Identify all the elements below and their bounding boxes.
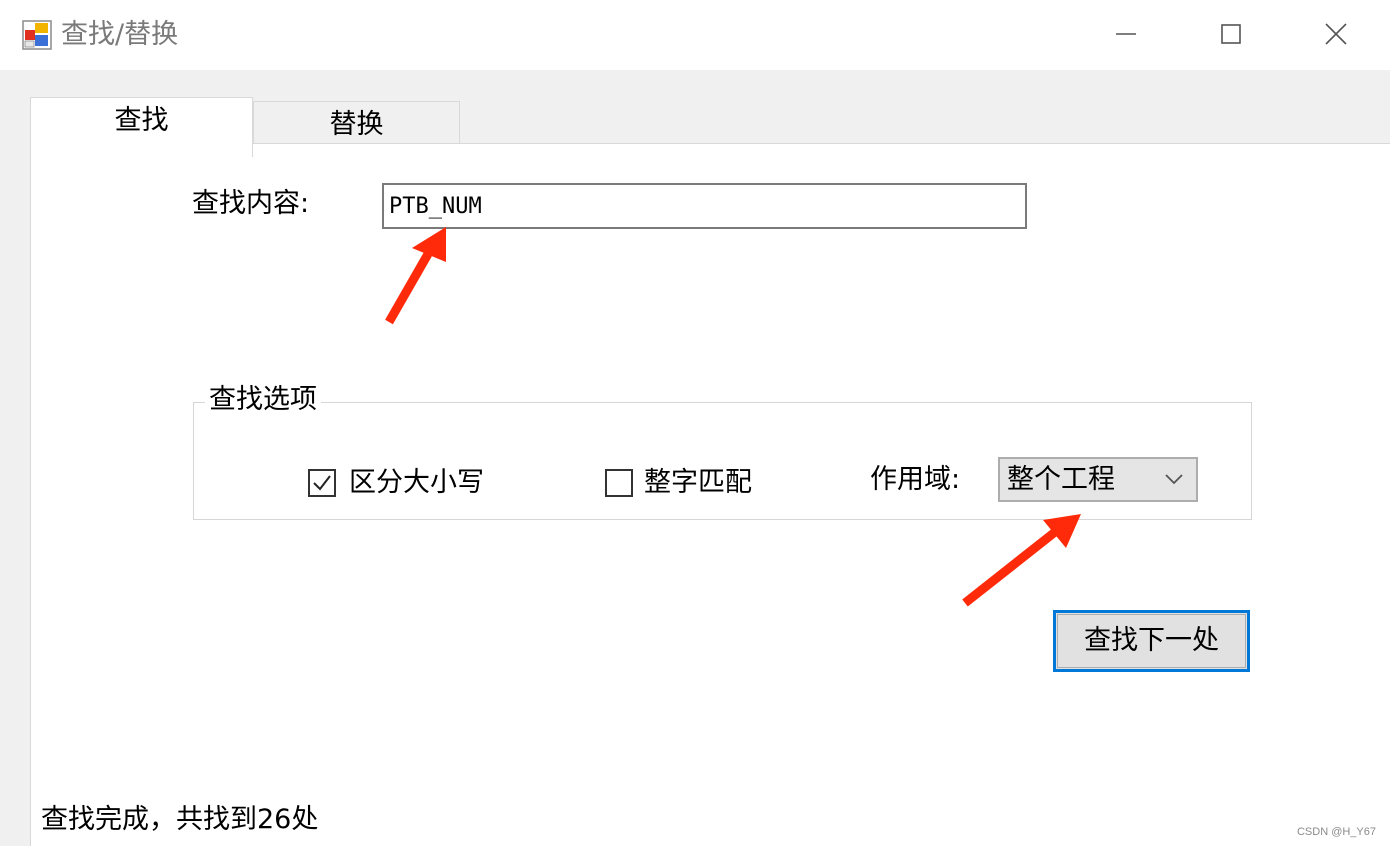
find-next-label: 查找下一处: [1057, 614, 1246, 668]
app-icon: [22, 20, 52, 50]
find-options-title: 查找选项: [205, 382, 321, 418]
window-title: 查找/替换: [61, 19, 179, 50]
find-next-button[interactable]: 查找下一处: [1053, 610, 1250, 672]
minimize-icon: [1116, 33, 1136, 35]
minimize-button[interactable]: [1096, 12, 1156, 58]
find-content-input[interactable]: [382, 183, 1027, 229]
scope-select[interactable]: 整个工程: [998, 457, 1198, 502]
close-icon: [1325, 23, 1347, 45]
status-text: 查找完成，共找到26处: [41, 804, 319, 835]
chevron-down-icon: [1165, 474, 1183, 485]
watermark: CSDN @H_Y67: [1296, 826, 1376, 838]
whole-word-checkbox[interactable]: [605, 469, 633, 497]
scope-label: 作用域:: [870, 464, 961, 495]
match-case-checkbox[interactable]: [308, 469, 336, 497]
close-button[interactable]: [1306, 12, 1366, 58]
maximize-button[interactable]: [1201, 12, 1261, 58]
maximize-icon: [1221, 24, 1241, 44]
match-case-label: 区分大小写: [349, 467, 484, 498]
title-bar: 查找/替换: [0, 0, 1390, 70]
find-content-label: 查找内容:: [192, 188, 310, 219]
tab-find[interactable]: 查找: [30, 97, 253, 157]
tab-replace[interactable]: 替换: [253, 101, 460, 143]
find-replace-window: 查找/替换 查找 替换 查找内容: 查找选项 区分大小写 整字匹配: [0, 0, 1390, 846]
scope-selected-value: 整个工程: [1007, 464, 1115, 495]
checkmark-icon: [313, 475, 331, 491]
whole-word-label: 整字匹配: [644, 467, 752, 498]
